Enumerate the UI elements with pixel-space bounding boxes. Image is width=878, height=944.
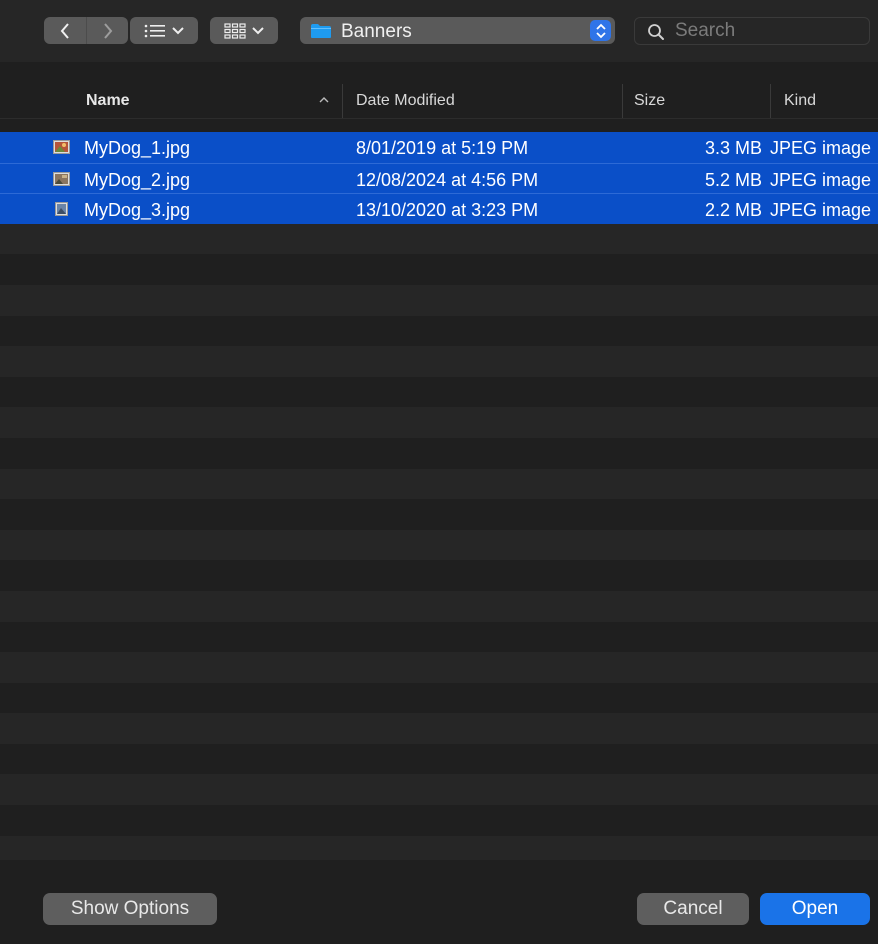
dialog-footer: Show Options Cancel Open <box>0 860 878 944</box>
folder-icon <box>311 24 331 38</box>
column-size-label: Size <box>634 92 666 109</box>
file-size: 5.2 MB <box>704 169 762 190</box>
file-kind: JPEG image <box>770 138 872 158</box>
show-options-button[interactable]: Show Options <box>43 893 217 925</box>
file-size: 2.2 MB <box>704 200 762 221</box>
column-header-name[interactable]: Name <box>86 84 342 118</box>
list-view-button[interactable] <box>130 17 198 44</box>
empty-row <box>0 590 878 622</box>
empty-row <box>0 743 878 775</box>
search-field[interactable] <box>634 17 870 45</box>
empty-row <box>0 407 878 438</box>
group-view-button[interactable] <box>210 17 278 44</box>
column-header: Name Date Modified Size Kind <box>0 84 878 119</box>
empty-row <box>0 774 878 806</box>
location-popup[interactable]: Banners <box>300 17 615 44</box>
open-file-dialog: Banners Name Date Modified Size <box>0 0 878 944</box>
empty-row <box>0 499 878 530</box>
file-date: 12/08/2024 at 4:56 PM <box>356 169 539 190</box>
empty-row <box>0 652 878 683</box>
navigation-buttons <box>44 17 128 44</box>
file-row[interactable]: MyDog_3.jpg 13/10/2020 at 3:23 PM 2.2 MB… <box>0 193 878 224</box>
empty-row <box>0 254 878 285</box>
sort-ascending-icon <box>319 97 329 103</box>
search-icon <box>648 24 664 40</box>
open-button[interactable]: Open <box>760 893 870 925</box>
column-header-date-modified[interactable]: Date Modified <box>342 84 622 118</box>
icon-grid-icon <box>224 22 246 39</box>
column-date-label: Date Modified <box>356 92 455 109</box>
empty-row <box>0 468 878 500</box>
image-file-icon <box>55 202 68 217</box>
file-size: 3.3 MB <box>704 138 762 158</box>
empty-row <box>0 560 878 591</box>
empty-row <box>0 682 878 714</box>
list-view-icon <box>144 24 165 37</box>
empty-row <box>0 621 878 653</box>
image-file-icon <box>53 171 70 186</box>
search-input[interactable] <box>675 20 855 42</box>
empty-row <box>0 713 878 744</box>
file-name: MyDog_1.jpg <box>84 138 191 158</box>
empty-row <box>0 376 878 408</box>
empty-row <box>0 346 878 377</box>
file-row[interactable]: MyDog_1.jpg 8/01/2019 at 5:19 PM 3.3 MB … <box>0 132 878 163</box>
popup-stepper <box>590 20 611 41</box>
empty-row <box>0 284 878 316</box>
image-file-icon <box>53 140 70 154</box>
toolbar: Banners <box>0 0 878 62</box>
empty-row <box>0 835 878 860</box>
empty-row <box>0 223 878 255</box>
file-list: MyDog_1.jpg 8/01/2019 at 5:19 PM 3.3 MB … <box>0 132 878 860</box>
cancel-button[interactable]: Cancel <box>637 893 749 925</box>
empty-row <box>0 529 878 561</box>
location-label: Banners <box>341 21 412 42</box>
file-row[interactable]: MyDog_2.jpg 12/08/2024 at 4:56 PM 5.2 MB… <box>0 162 878 194</box>
chevron-right-icon <box>104 22 113 39</box>
column-header-size[interactable]: Size <box>622 84 770 118</box>
file-name: MyDog_3.jpg <box>84 200 191 221</box>
chevron-down-icon <box>172 26 184 34</box>
column-header-kind[interactable]: Kind <box>770 84 878 118</box>
chevron-down-icon <box>252 26 264 34</box>
file-date: 13/10/2020 at 3:23 PM <box>356 200 539 221</box>
file-kind: JPEG image <box>770 200 872 221</box>
column-name-label: Name <box>86 92 130 109</box>
file-name: MyDog_2.jpg <box>84 169 191 190</box>
file-date: 8/01/2019 at 5:19 PM <box>356 138 529 158</box>
back-button[interactable] <box>44 17 86 44</box>
up-down-chevron-icon <box>595 23 606 38</box>
empty-row <box>0 437 878 469</box>
empty-row <box>0 315 878 347</box>
column-kind-label: Kind <box>784 92 817 109</box>
empty-row <box>0 805 878 836</box>
file-kind: JPEG image <box>770 169 872 190</box>
forward-button[interactable] <box>86 17 129 44</box>
chevron-left-icon <box>60 22 69 39</box>
